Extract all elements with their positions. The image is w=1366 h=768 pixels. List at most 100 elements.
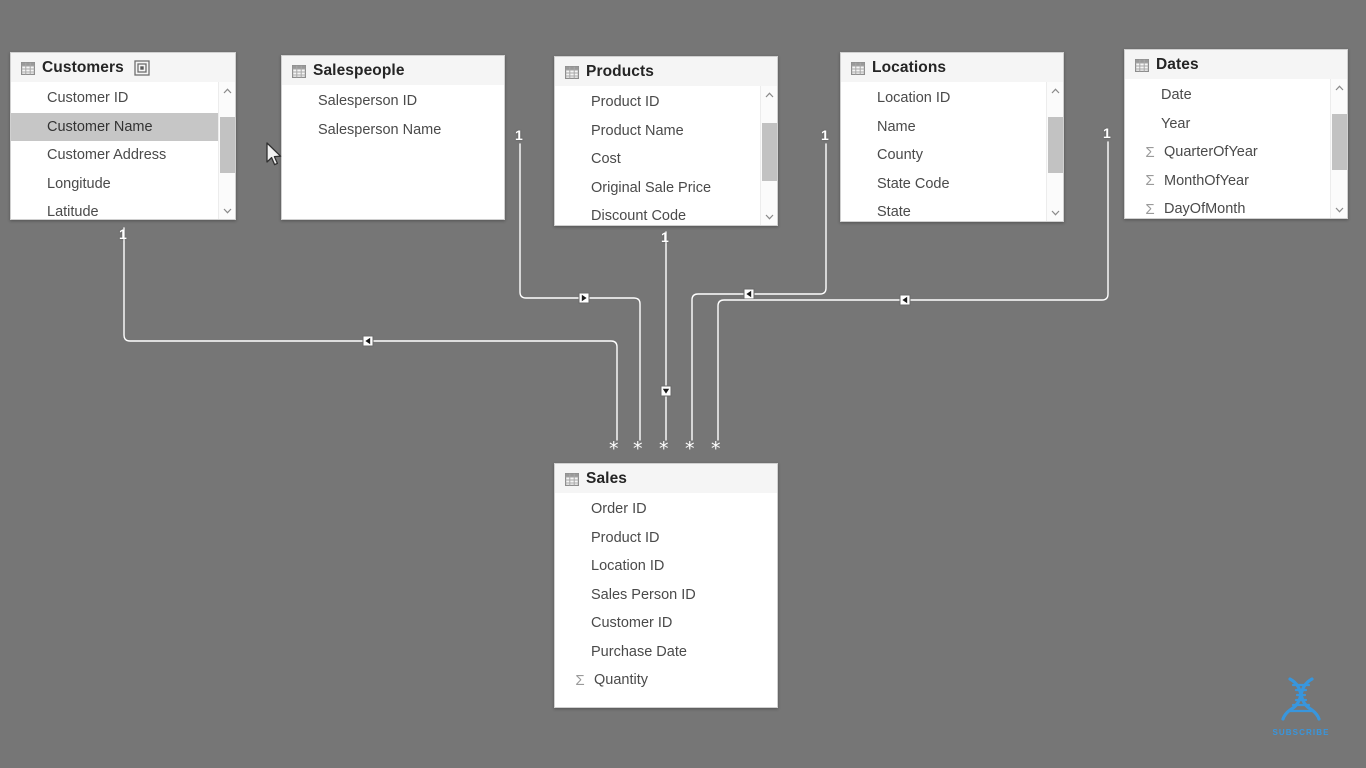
field-row[interactable]: Name (841, 113, 1063, 142)
scroll-down-icon[interactable] (1331, 201, 1347, 218)
fields-scroll-area-salespeople[interactable]: Salesperson ID Salesperson Name (282, 85, 504, 219)
table-grid-icon (292, 64, 306, 78)
fields-scroll-area-products[interactable]: Product ID Product Name Cost Original Sale … (555, 86, 777, 225)
scroll-down-icon[interactable] (219, 202, 235, 219)
expand-collapse-icon[interactable] (134, 60, 150, 76)
field-row[interactable]: Order ID (555, 495, 777, 524)
fields-list: Order ID Product ID Location ID Sales Perso… (555, 493, 777, 695)
scroll-down-icon[interactable] (761, 208, 777, 225)
scrollbar-thumb[interactable] (220, 117, 235, 173)
field-row[interactable]: Customer Name (11, 112, 235, 141)
field-row[interactable]: Customer ID (11, 84, 235, 113)
cardinality-one-dates-sales: 1 (1103, 125, 1111, 141)
scrollbar-track[interactable] (220, 99, 235, 202)
table-card-locations[interactable]: Locations Location ID Name County State Code… (840, 52, 1064, 222)
table-header-salespeople[interactable]: Salespeople (282, 56, 504, 85)
field-label: Customer Name (47, 118, 153, 135)
field-row[interactable]: Σ DayOfMonth (1125, 195, 1347, 218)
scrollbar-thumb[interactable] (762, 123, 777, 181)
scrollbar-track[interactable] (762, 103, 777, 208)
field-row[interactable]: State Code (841, 170, 1063, 199)
scroll-up-icon[interactable] (219, 82, 235, 99)
field-row[interactable]: Longitude (11, 170, 235, 199)
field-row[interactable]: Purchase Date (555, 638, 777, 667)
table-card-sales[interactable]: Sales Order ID Product ID Location ID Sales … (554, 463, 778, 708)
table-title: Products (586, 63, 654, 80)
field-row[interactable]: Σ QuarterOfYear (1125, 138, 1347, 167)
field-row[interactable]: Product ID (555, 88, 777, 117)
table-grid-icon (851, 61, 865, 75)
field-row[interactable]: Year (1125, 110, 1347, 139)
table-title: Locations (872, 59, 947, 76)
filter-direction-arrow-salespeople-sales[interactable] (578, 292, 590, 304)
scroll-down-icon[interactable] (1047, 204, 1063, 221)
vertical-scrollbar[interactable] (760, 86, 777, 225)
field-row[interactable]: Product ID (555, 524, 777, 553)
field-label: Customer Address (47, 147, 167, 164)
field-row[interactable]: Salesperson ID (282, 87, 504, 116)
field-row[interactable]: Σ Quantity (555, 666, 777, 695)
field-row[interactable]: Cost (555, 145, 777, 174)
field-row[interactable]: Product Name (555, 117, 777, 146)
scroll-up-icon[interactable] (761, 86, 777, 103)
table-title: Dates (1156, 56, 1199, 73)
fields-scroll-area-sales[interactable]: Order ID Product ID Location ID Sales Perso… (555, 493, 777, 707)
table-title: Sales (586, 470, 628, 487)
table-header-dates[interactable]: Dates (1125, 50, 1347, 79)
sigma-aggregate-icon: Σ (1145, 143, 1155, 161)
fields-scroll-area-locations[interactable]: Location ID Name County State Code State (841, 82, 1063, 221)
field-label: QuarterOfYear (1164, 144, 1258, 161)
field-row[interactable]: Sales Person ID (555, 581, 777, 610)
field-row[interactable]: Original Sale Price (555, 174, 777, 203)
table-card-salespeople[interactable]: Salespeople Salesperson ID Salesperson Nam… (281, 55, 505, 220)
filter-direction-arrow-locations-sales[interactable] (743, 288, 755, 300)
field-row[interactable]: State (841, 198, 1063, 221)
table-card-dates[interactable]: Dates Date Year Σ QuarterOfYear Σ MonthOfYear Σ… (1124, 49, 1348, 219)
field-row[interactable]: Location ID (841, 84, 1063, 113)
cardinality-many-locations-sales: * (685, 438, 695, 460)
field-label: Original Sale Price (591, 179, 712, 196)
sigma-aggregate-icon: Σ (1145, 200, 1155, 218)
scrollbar-track[interactable] (1332, 96, 1347, 201)
table-header-customers[interactable]: Customers (11, 53, 235, 82)
relationship-line-customers-sales[interactable] (123, 227, 618, 441)
fields-scroll-area-dates[interactable]: Date Year Σ QuarterOfYear Σ MonthOfYear Σ DayOf… (1125, 79, 1347, 218)
table-header-products[interactable]: Products (555, 57, 777, 86)
field-row[interactable]: Date (1125, 81, 1347, 110)
field-label: Location ID (591, 558, 665, 575)
filter-direction-arrow-products-sales[interactable] (660, 385, 672, 397)
field-row[interactable]: Location ID (555, 552, 777, 581)
filter-direction-arrow-dates-sales[interactable] (899, 294, 911, 306)
field-row[interactable]: Discount Code (555, 202, 777, 225)
table-grid-icon (1135, 58, 1149, 72)
field-row[interactable]: Customer ID (555, 609, 777, 638)
scrollbar-track[interactable] (1048, 99, 1063, 204)
watermark-label: SUBSCRIBE (1272, 728, 1330, 737)
fields-scroll-area-customers[interactable]: Customer ID Customer Name Customer Address… (11, 82, 235, 219)
table-grid-icon (21, 61, 35, 75)
field-label: Salesperson Name (318, 121, 442, 138)
scroll-up-icon[interactable] (1047, 82, 1063, 99)
cardinality-many-customers-sales: * (609, 438, 619, 460)
field-row[interactable]: Customer Address (11, 141, 235, 170)
field-row[interactable]: County (841, 141, 1063, 170)
fields-list: Product ID Product Name Cost Original Sale … (555, 86, 777, 225)
field-label: Salesperson ID (318, 93, 418, 110)
field-row[interactable]: Σ MonthOfYear (1125, 167, 1347, 196)
field-label: Discount Code (591, 208, 687, 225)
vertical-scrollbar[interactable] (1046, 82, 1063, 221)
field-row[interactable]: Latitude (11, 198, 235, 219)
scroll-up-icon[interactable] (1331, 79, 1347, 96)
filter-direction-arrow-customers-sales[interactable] (362, 335, 374, 347)
scrollbar-thumb[interactable] (1332, 114, 1347, 170)
vertical-scrollbar[interactable] (1330, 79, 1347, 218)
table-card-products[interactable]: Products Product ID Product Name Cost Origin… (554, 56, 778, 226)
model-view-canvas[interactable]: Customers Customer ID Customer Name Custome… (0, 0, 1366, 768)
table-card-customers[interactable]: Customers Customer ID Customer Name Custome… (10, 52, 236, 220)
field-label: Product Name (591, 122, 684, 139)
vertical-scrollbar[interactable] (218, 82, 235, 219)
scrollbar-thumb[interactable] (1048, 117, 1063, 173)
field-row[interactable]: Salesperson Name (282, 116, 504, 145)
table-header-sales[interactable]: Sales (555, 464, 777, 493)
table-header-locations[interactable]: Locations (841, 53, 1063, 82)
